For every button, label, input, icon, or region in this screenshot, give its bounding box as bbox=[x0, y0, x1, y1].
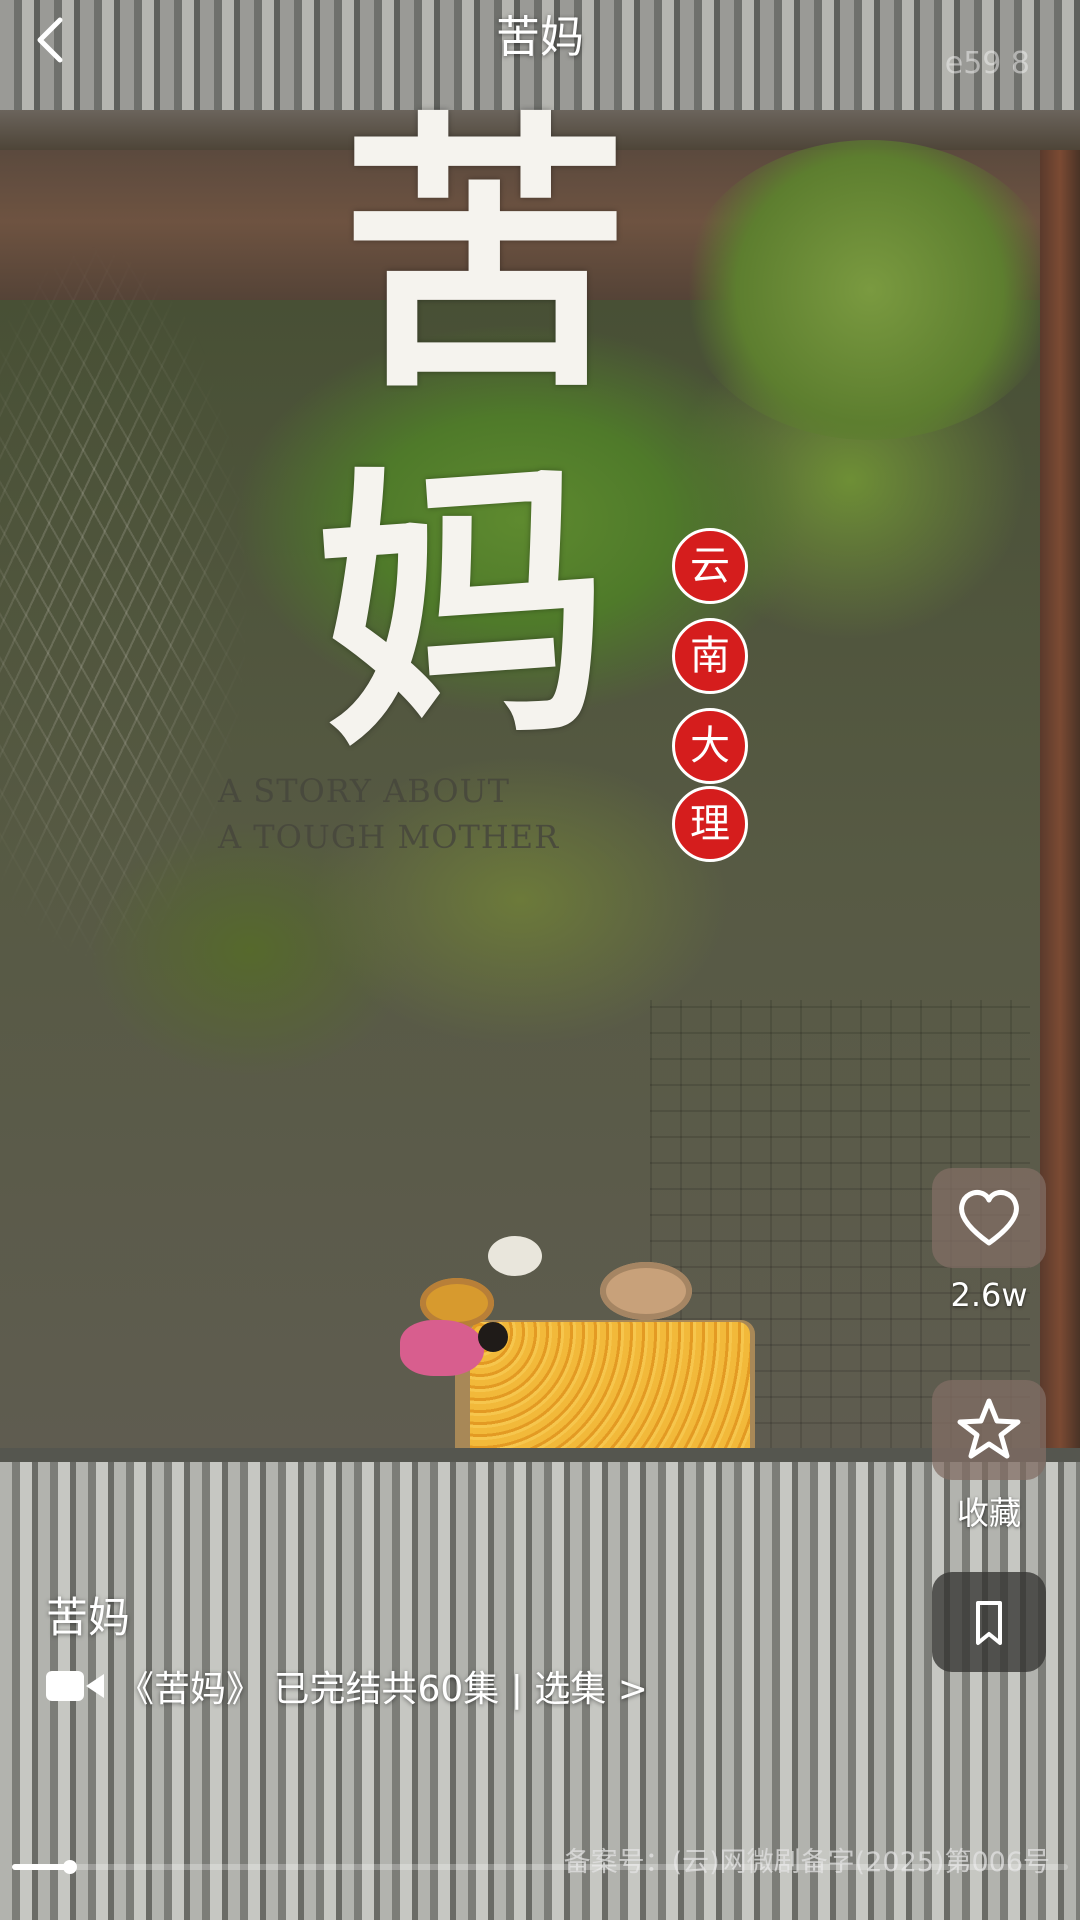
round-lid bbox=[488, 1236, 542, 1276]
bare-tree bbox=[0, 200, 320, 1100]
poster-english-subtitle: A STORY ABOUT A TOUGH MOTHER bbox=[218, 768, 559, 860]
english-line-1: A STORY ABOUT bbox=[218, 772, 510, 810]
star-icon bbox=[957, 1398, 1021, 1459]
mother-head bbox=[478, 1322, 508, 1352]
episode-text: 《苦妈》 已完结共60集 | 选集 > bbox=[118, 1669, 648, 1710]
video-frame[interactable]: 苦 妈 云 南 大 理 A STORY ABOUT A TOUGH MOTHER bbox=[0, 0, 1080, 1920]
poster-title-char-1: 苦 bbox=[340, 87, 630, 427]
progress-fill bbox=[12, 1864, 71, 1870]
license-number: 备案号：(云)网微剧备字(2025)第006号 bbox=[563, 1847, 1050, 1878]
bookmark-icon bbox=[976, 1601, 1002, 1645]
poster-title-char-2: 妈 bbox=[306, 427, 620, 787]
back-button[interactable] bbox=[24, 10, 84, 70]
heart-icon bbox=[959, 1190, 1019, 1246]
progress-bar[interactable] bbox=[12, 1860, 1068, 1874]
like-count: 2.6w bbox=[950, 1276, 1028, 1314]
basket bbox=[600, 1262, 692, 1320]
side-wall bbox=[1040, 150, 1080, 1450]
mother-figure bbox=[400, 1320, 484, 1376]
chevron-left-icon bbox=[37, 17, 63, 63]
favorite-button[interactable] bbox=[932, 1380, 1046, 1480]
seal-li: 理 bbox=[672, 786, 748, 862]
favorite-label: 收藏 bbox=[956, 1494, 1021, 1532]
video-camera-icon bbox=[46, 1671, 104, 1701]
episode-selector[interactable]: 《苦妈》 已完结共60集 | 选集 > bbox=[46, 1662, 648, 1710]
seal-da: 大 bbox=[672, 708, 748, 784]
like-button[interactable] bbox=[932, 1168, 1046, 1268]
seal-yun: 云 bbox=[672, 528, 748, 604]
drying-corn bbox=[470, 1322, 750, 1468]
progress-knob[interactable] bbox=[63, 1860, 78, 1874]
english-line-2: A TOUGH MOTHER bbox=[218, 818, 560, 856]
seal-nan: 南 bbox=[672, 618, 748, 694]
bookmark-button[interactable] bbox=[932, 1572, 1046, 1672]
drama-title: 苦妈 bbox=[46, 1593, 131, 1642]
watermark: e59 8 bbox=[944, 46, 1030, 81]
tree-canopy bbox=[680, 140, 1060, 440]
